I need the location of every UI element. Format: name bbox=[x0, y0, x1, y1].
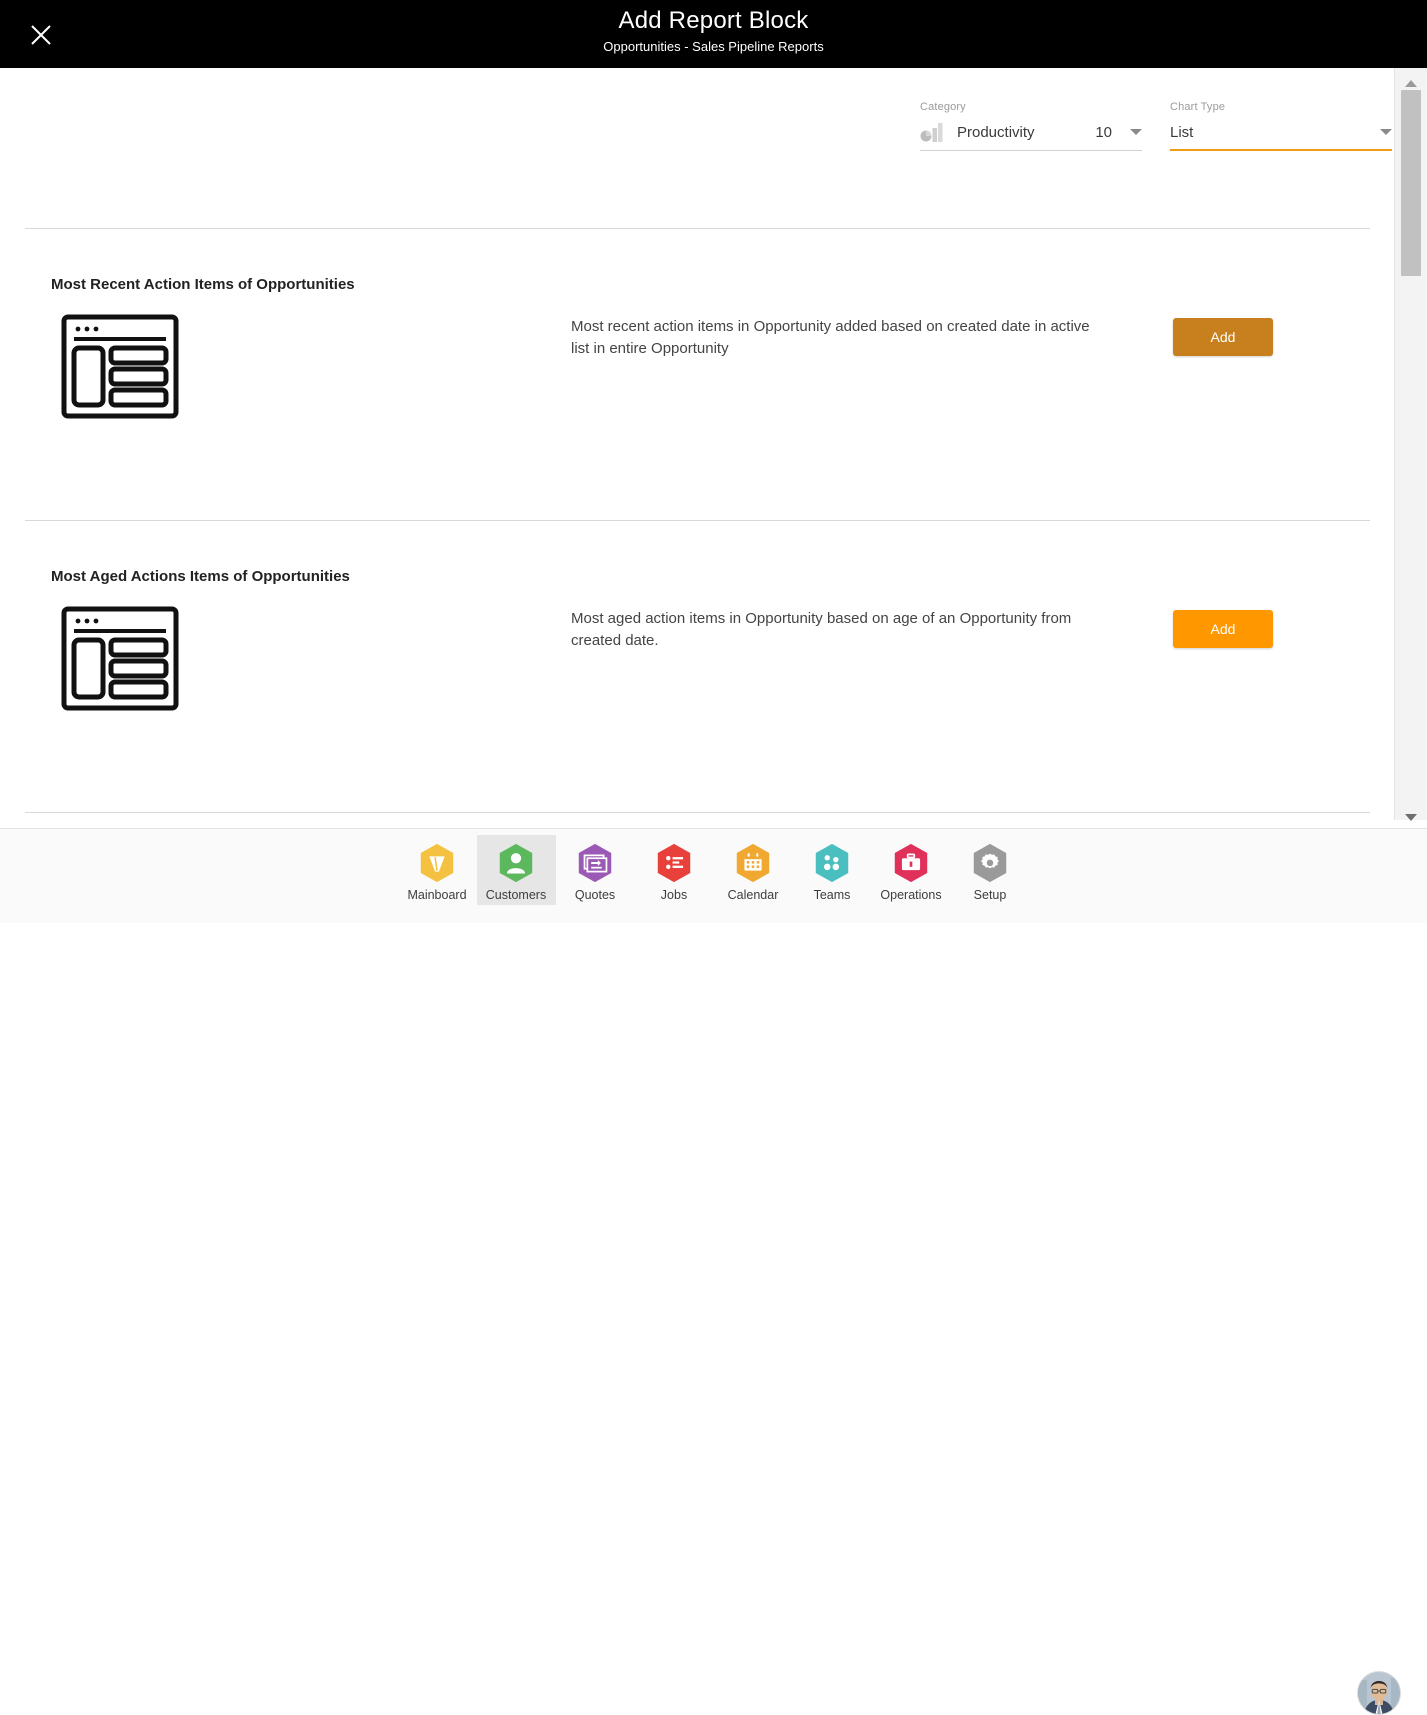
mainboard-icon bbox=[420, 843, 454, 883]
nav-label: Quotes bbox=[574, 888, 616, 902]
bottom-navigation-bar: Mainboard Customers Quotes Jobs Calendar… bbox=[0, 828, 1427, 1715]
chart-type-value: List bbox=[1170, 123, 1194, 141]
nav-label: Calendar bbox=[727, 888, 779, 902]
nav-item-calendar[interactable]: Calendar bbox=[714, 835, 793, 905]
nav-item-quotes[interactable]: Quotes bbox=[556, 835, 635, 905]
nav-label: Jobs bbox=[660, 888, 688, 902]
list-layout-icon bbox=[61, 606, 179, 711]
dialog-title-bar: Add Report Block Opportunities - Sales P… bbox=[0, 0, 1427, 68]
customers-icon bbox=[499, 843, 533, 883]
chart-type-underline bbox=[1170, 149, 1392, 151]
setup-icon bbox=[973, 843, 1007, 883]
operations-icon bbox=[894, 843, 928, 883]
add-button[interactable]: Add bbox=[1173, 318, 1273, 356]
report-block-description: Most recent action items in Opportunity … bbox=[571, 318, 1090, 357]
nav-label: Operations bbox=[880, 888, 942, 902]
nav-item-teams[interactable]: Teams bbox=[793, 835, 872, 905]
nav-item-jobs[interactable]: Jobs bbox=[635, 835, 714, 905]
chevron-down-icon[interactable] bbox=[1380, 129, 1392, 135]
chart-type-select[interactable]: Chart Type List bbox=[1170, 100, 1392, 151]
nav-label: Customers bbox=[485, 888, 547, 902]
page-title: Add Report Block bbox=[618, 7, 809, 34]
filter-row: Category Productivity 10 Chart Type List bbox=[920, 100, 1392, 151]
teams-icon bbox=[815, 843, 849, 883]
nav-item-customers[interactable]: Customers bbox=[476, 835, 556, 905]
vertical-scrollbar[interactable] bbox=[1394, 68, 1427, 821]
report-block-description: Most aged action items in Opportunity ba… bbox=[571, 610, 1072, 649]
page-subtitle: Opportunities - Sales Pipeline Reports bbox=[603, 39, 824, 54]
category-value: Productivity bbox=[957, 123, 1035, 141]
category-select[interactable]: Category Productivity 10 bbox=[920, 100, 1142, 151]
add-button[interactable]: Add bbox=[1173, 610, 1273, 648]
category-label: Category bbox=[920, 101, 966, 113]
nav-item-mainboard[interactable]: Mainboard bbox=[398, 835, 477, 905]
category-count: 10 bbox=[1095, 123, 1112, 141]
calendar-icon bbox=[736, 843, 770, 883]
report-block-title: Most Recent Action Items of Opportunitie… bbox=[51, 276, 355, 293]
chevron-down-icon[interactable] bbox=[1130, 129, 1142, 135]
section-divider bbox=[25, 520, 1370, 521]
bar-chart-icon bbox=[920, 122, 946, 142]
section-divider bbox=[25, 812, 1370, 813]
nav-label: Setup bbox=[973, 888, 1007, 902]
report-block-title: Most Aged Actions Items of Opportunities bbox=[51, 568, 350, 585]
user-avatar[interactable] bbox=[1357, 1671, 1401, 1715]
scroll-down-arrow-icon[interactable] bbox=[1395, 806, 1427, 828]
nav-items: Mainboard Customers Quotes Jobs Calendar… bbox=[0, 829, 1427, 923]
section-divider bbox=[25, 228, 1370, 229]
nav-label: Teams bbox=[813, 888, 851, 902]
category-underline bbox=[920, 150, 1142, 151]
report-block-scroll-area: Category Productivity 10 Chart Type List… bbox=[0, 68, 1395, 820]
jobs-icon bbox=[657, 843, 691, 883]
quotes-icon bbox=[578, 843, 612, 883]
chart-type-label: Chart Type bbox=[1170, 101, 1226, 113]
nav-label: Mainboard bbox=[407, 888, 467, 902]
scrollbar-thumb[interactable] bbox=[1401, 90, 1421, 276]
nav-item-operations[interactable]: Operations bbox=[872, 835, 951, 905]
list-layout-icon bbox=[61, 314, 179, 419]
nav-item-setup[interactable]: Setup bbox=[951, 835, 1030, 905]
dialog-title-group: Add Report Block Opportunities - Sales P… bbox=[0, 6, 1427, 56]
